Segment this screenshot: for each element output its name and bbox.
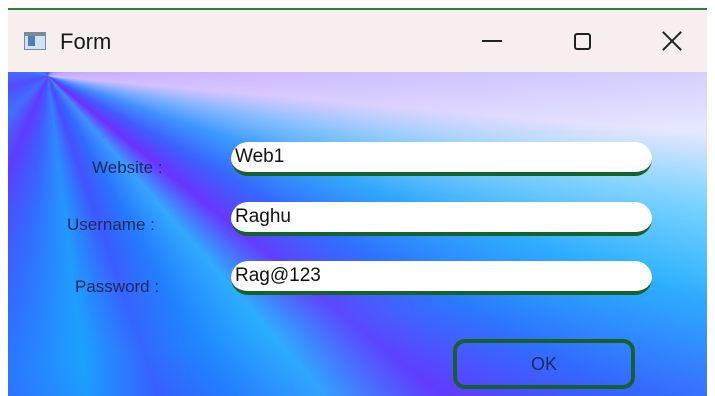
website-input[interactable] — [231, 142, 652, 176]
app-form-icon — [24, 32, 46, 50]
website-label: Website : — [92, 158, 163, 177]
form-window: Form Website : Username : Password : OK — [8, 8, 707, 396]
username-label: Username : — [67, 215, 155, 234]
password-label: Password : — [75, 277, 160, 296]
maximize-icon — [573, 32, 591, 50]
password-input[interactable] — [231, 261, 652, 295]
window-title: Form — [60, 29, 112, 54]
username-input[interactable] — [231, 202, 652, 236]
close-button[interactable] — [642, 10, 702, 72]
maximize-button[interactable] — [552, 10, 612, 72]
ok-button[interactable]: OK — [453, 339, 635, 389]
minimize-button[interactable] — [462, 10, 522, 72]
minimize-icon — [482, 40, 502, 42]
form-client-area: Website : Username : Password : OK — [8, 72, 707, 396]
close-icon — [661, 30, 683, 52]
title-bar[interactable]: Form — [8, 10, 707, 73]
